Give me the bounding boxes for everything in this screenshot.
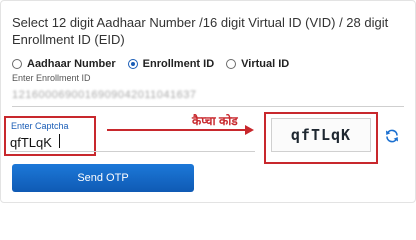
captcha-label: Enter Captcha: [11, 121, 69, 131]
arrow-right-icon: [107, 125, 254, 135]
radio-button[interactable]: [226, 59, 237, 69]
radio-button-selected[interactable]: [127, 59, 138, 69]
enrollment-id-label: Enter Enrollment ID: [12, 73, 91, 83]
enrollment-id-input[interactable]: 1216000690016909042011041637: [12, 89, 252, 101]
radio-label: Aadhaar Number: [27, 58, 116, 70]
captcha-image: qfTLqK: [271, 118, 371, 152]
radio-label: Enrollment ID: [142, 58, 215, 70]
captcha-underline: [10, 151, 255, 152]
radio-virtual-id[interactable]: Virtual ID: [226, 58, 289, 70]
instruction-text: Select 12 digit Aadhaar Number /16 digit…: [12, 15, 389, 47]
refresh-icon[interactable]: [384, 128, 400, 144]
id-type-radio-group: Aadhaar Number Enrollment ID Virtual ID: [12, 57, 289, 71]
text-caret: [59, 134, 60, 148]
radio-label: Virtual ID: [241, 58, 290, 70]
radio-aadhaar-number[interactable]: Aadhaar Number: [12, 58, 116, 70]
radio-button[interactable]: [12, 59, 22, 69]
send-otp-button[interactable]: Send OTP: [12, 164, 194, 192]
enrollment-id-underline: [12, 106, 404, 107]
radio-enrollment-id[interactable]: Enrollment ID: [127, 58, 215, 70]
captcha-input[interactable]: [10, 134, 92, 150]
